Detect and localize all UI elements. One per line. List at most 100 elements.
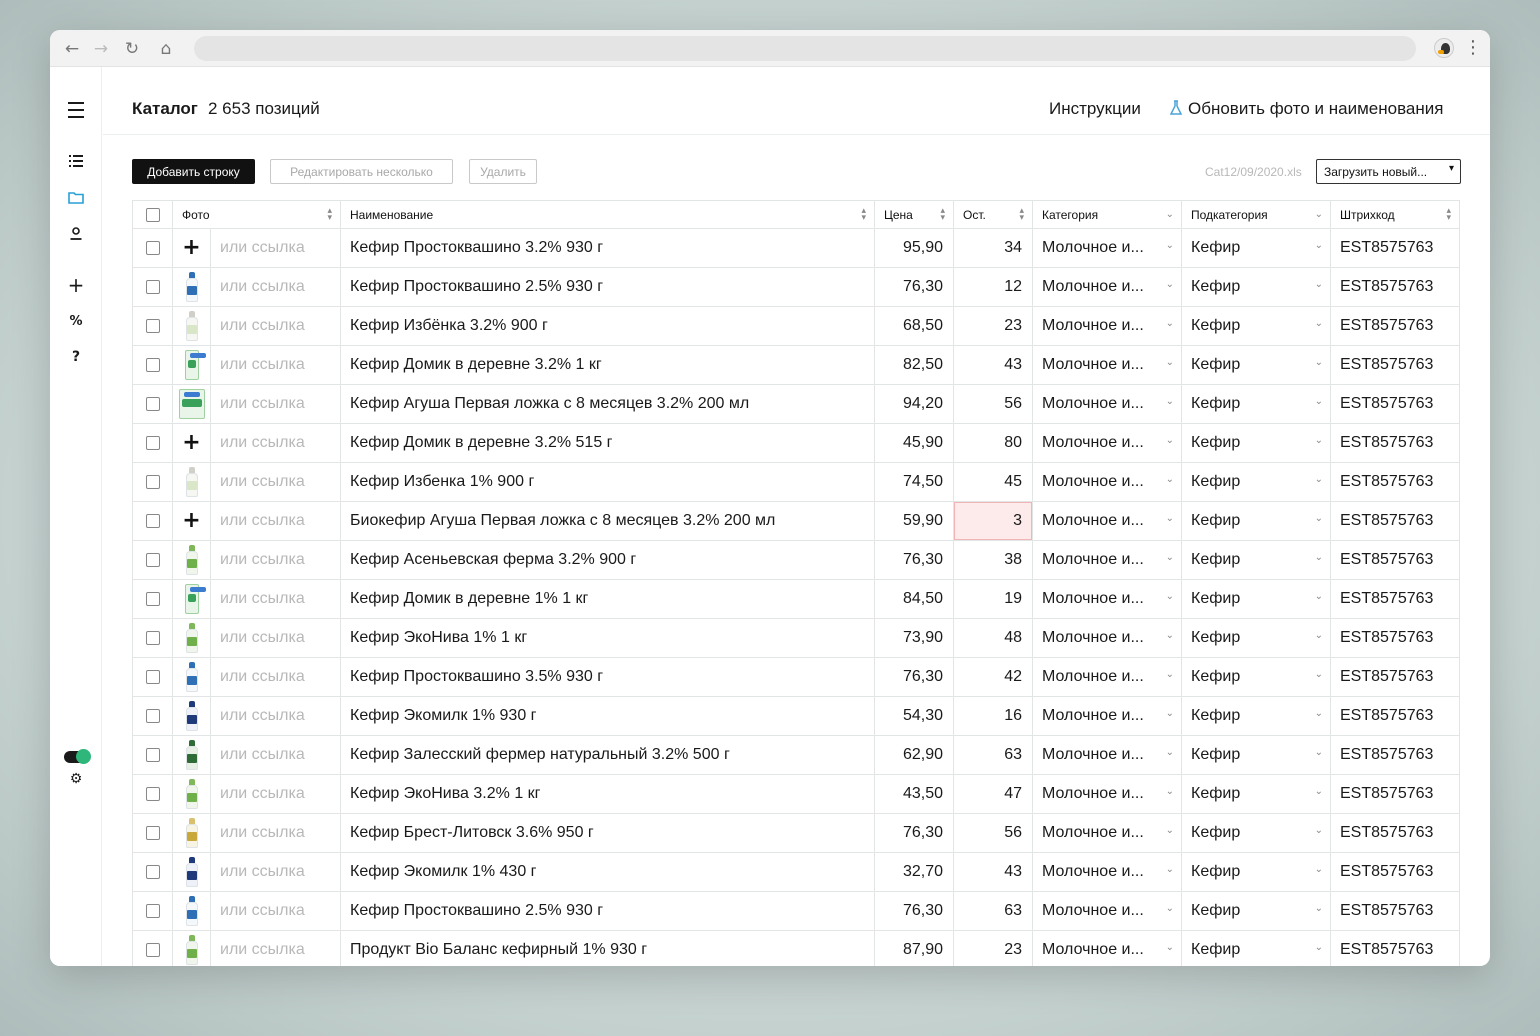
browser-menu-icon[interactable]: ⋮ bbox=[1464, 38, 1482, 58]
barcode-cell[interactable]: EST8575763 bbox=[1330, 307, 1460, 345]
barcode-cell[interactable]: EST8575763 bbox=[1330, 775, 1460, 813]
product-thumbnail[interactable] bbox=[185, 623, 198, 653]
row-checkbox[interactable] bbox=[145, 904, 160, 918]
subcategory-select[interactable]: Кефир ⌄ bbox=[1181, 385, 1330, 423]
category-select[interactable]: Молочное и... ⌄ bbox=[1032, 697, 1181, 735]
table-row[interactable]: или ссылка Кефир Залесский фермер натурал… bbox=[132, 736, 1460, 775]
category-select[interactable]: Молочное и... ⌄ bbox=[1032, 502, 1181, 540]
table-row[interactable]: или ссылка Кефир ЭкоНива 1% 1 кг 73,90 48 Мо… bbox=[132, 619, 1460, 658]
product-thumbnail[interactable] bbox=[184, 350, 206, 380]
table-row[interactable]: или ссылка Кефир Брест-Литовск 3.6% 950 г… bbox=[132, 814, 1460, 853]
barcode-cell[interactable]: EST8575763 bbox=[1330, 424, 1460, 462]
instructions-link[interactable]: Инструкции bbox=[1049, 99, 1141, 119]
table-row[interactable]: + или ссылка Кефир Простоквашино 3.2% 930 … bbox=[132, 229, 1460, 268]
help-icon[interactable]: ? bbox=[64, 345, 88, 369]
column-header-category[interactable]: Категория ⌄ bbox=[1032, 201, 1181, 228]
category-select[interactable]: Молочное и... ⌄ bbox=[1032, 658, 1181, 696]
row-checkbox[interactable] bbox=[145, 241, 160, 255]
product-name-cell[interactable]: Кефир Избенка 1% 900 г bbox=[340, 463, 874, 501]
stock-cell[interactable]: 34 bbox=[953, 229, 1032, 267]
reload-icon[interactable]: ↻ bbox=[122, 39, 142, 59]
photo-cell[interactable] bbox=[172, 346, 210, 384]
user-icon[interactable] bbox=[64, 221, 88, 245]
subcategory-select[interactable]: Кефир ⌄ bbox=[1181, 736, 1330, 774]
product-thumbnail[interactable] bbox=[185, 857, 198, 887]
category-select[interactable]: Молочное и... ⌄ bbox=[1032, 268, 1181, 306]
subcategory-select[interactable]: Кефир ⌄ bbox=[1181, 814, 1330, 852]
column-header-stock[interactable]: Ост. ▴ ▾ bbox=[953, 201, 1032, 228]
price-cell[interactable]: 74,50 bbox=[874, 463, 953, 501]
table-row[interactable]: или ссылка Кефир Экомилк 1% 430 г 32,70 43 М… bbox=[132, 853, 1460, 892]
subcategory-select[interactable]: Кефир ⌄ bbox=[1181, 931, 1330, 966]
price-cell[interactable]: 95,90 bbox=[874, 229, 953, 267]
row-checkbox[interactable] bbox=[145, 787, 160, 801]
category-select[interactable]: Молочное и... ⌄ bbox=[1032, 229, 1181, 267]
address-bar[interactable] bbox=[194, 36, 1416, 61]
percent-icon[interactable]: % bbox=[64, 309, 88, 333]
product-thumbnail[interactable] bbox=[185, 701, 198, 731]
table-row[interactable]: или ссылка Кефир Избенка 1% 900 г 74,50 45 М… bbox=[132, 463, 1460, 502]
photo-cell[interactable] bbox=[172, 697, 210, 735]
barcode-cell[interactable]: EST8575763 bbox=[1330, 853, 1460, 891]
column-header-price[interactable]: Цена ▴ ▾ bbox=[874, 201, 953, 228]
stock-cell[interactable]: 63 bbox=[953, 892, 1032, 930]
subcategory-select[interactable]: Кефир ⌄ bbox=[1181, 307, 1330, 345]
add-photo-icon[interactable]: + bbox=[182, 432, 200, 454]
back-icon[interactable]: ← bbox=[62, 39, 82, 59]
product-name-cell[interactable]: Кефир Брест-Литовск 3.6% 950 г bbox=[340, 814, 874, 852]
subcategory-select[interactable]: Кефир ⌄ bbox=[1181, 619, 1330, 657]
stock-cell[interactable]: 23 bbox=[953, 307, 1032, 345]
edit-multiple-button[interactable]: Редактировать несколько bbox=[270, 159, 453, 184]
subcategory-select[interactable]: Кефир ⌄ bbox=[1181, 463, 1330, 501]
barcode-cell[interactable]: EST8575763 bbox=[1330, 463, 1460, 501]
product-thumbnail[interactable] bbox=[185, 545, 198, 575]
folder-icon[interactable] bbox=[64, 185, 88, 209]
photo-link-input[interactable]: или ссылка bbox=[210, 541, 340, 579]
row-checkbox[interactable] bbox=[145, 553, 160, 567]
stock-cell[interactable]: 48 bbox=[953, 619, 1032, 657]
category-select[interactable]: Молочное и... ⌄ bbox=[1032, 736, 1181, 774]
photo-cell[interactable]: + bbox=[172, 424, 210, 462]
stock-cell[interactable]: 23 bbox=[953, 931, 1032, 966]
subcategory-select[interactable]: Кефир ⌄ bbox=[1181, 658, 1330, 696]
stock-cell[interactable]: 19 bbox=[953, 580, 1032, 618]
product-thumbnail[interactable] bbox=[185, 467, 198, 497]
table-row[interactable]: или ссылка Кефир Домик в деревне 3.2% 1 к… bbox=[132, 346, 1460, 385]
product-thumbnail[interactable] bbox=[178, 389, 205, 419]
price-cell[interactable]: 73,90 bbox=[874, 619, 953, 657]
product-name-cell[interactable]: Кефир Экомилк 1% 430 г bbox=[340, 853, 874, 891]
photo-cell[interactable] bbox=[172, 307, 210, 345]
stock-cell[interactable]: 45 bbox=[953, 463, 1032, 501]
subcategory-select[interactable]: Кефир ⌄ bbox=[1181, 775, 1330, 813]
add-photo-icon[interactable]: + bbox=[182, 510, 200, 532]
subcategory-select[interactable]: Кефир ⌄ bbox=[1181, 580, 1330, 618]
photo-link-input[interactable]: или ссылка bbox=[210, 775, 340, 813]
category-select[interactable]: Молочное и... ⌄ bbox=[1032, 892, 1181, 930]
category-select[interactable]: Молочное и... ⌄ bbox=[1032, 346, 1181, 384]
add-row-button[interactable]: Добавить строку bbox=[132, 159, 255, 184]
category-select[interactable]: Молочное и... ⌄ bbox=[1032, 580, 1181, 618]
category-select[interactable]: Молочное и... ⌄ bbox=[1032, 775, 1181, 813]
photo-cell[interactable] bbox=[172, 268, 210, 306]
price-cell[interactable]: 76,30 bbox=[874, 658, 953, 696]
table-row[interactable]: + или ссылка Кефир Домик в деревне 3.2% 51… bbox=[132, 424, 1460, 463]
barcode-cell[interactable]: EST8575763 bbox=[1330, 229, 1460, 267]
price-cell[interactable]: 59,90 bbox=[874, 502, 953, 540]
row-checkbox[interactable] bbox=[145, 748, 160, 762]
price-cell[interactable]: 32,70 bbox=[874, 853, 953, 891]
photo-cell[interactable] bbox=[172, 619, 210, 657]
table-row[interactable]: + или ссылка Биокефир Агуша Первая ложка с… bbox=[132, 502, 1460, 541]
stock-cell[interactable]: 63 bbox=[953, 736, 1032, 774]
refresh-photos-link[interactable]: Обновить фото и наименования bbox=[1188, 99, 1443, 119]
add-photo-icon[interactable]: + bbox=[182, 237, 200, 259]
barcode-cell[interactable]: EST8575763 bbox=[1330, 541, 1460, 579]
subcategory-select[interactable]: Кефир ⌄ bbox=[1181, 892, 1330, 930]
price-cell[interactable]: 87,90 bbox=[874, 931, 953, 966]
stock-cell[interactable]: 43 bbox=[953, 346, 1032, 384]
table-row[interactable]: или ссылка Кефир Агуша Первая ложка с 8 м… bbox=[132, 385, 1460, 424]
row-checkbox[interactable] bbox=[145, 826, 160, 840]
row-checkbox[interactable] bbox=[145, 319, 160, 333]
theme-toggle[interactable] bbox=[64, 749, 91, 764]
product-thumbnail[interactable] bbox=[185, 896, 198, 926]
category-select[interactable]: Молочное и... ⌄ bbox=[1032, 853, 1181, 891]
